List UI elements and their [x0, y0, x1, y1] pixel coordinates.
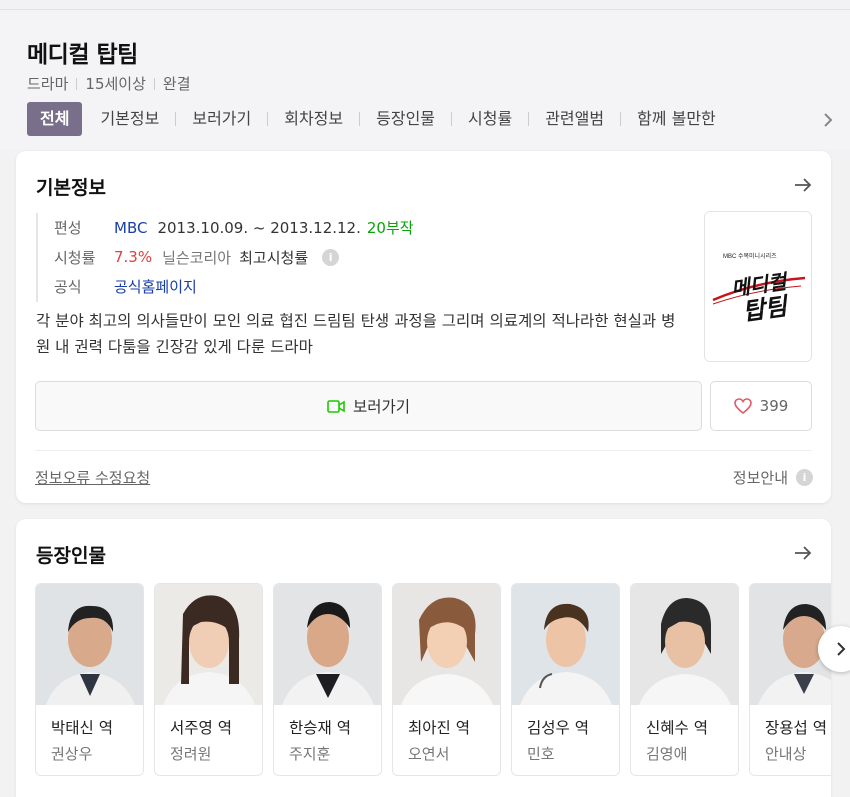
channel-link[interactable]: MBC	[114, 219, 147, 237]
cast-actor: 정려원	[170, 745, 212, 763]
report-error-link[interactable]: 정보오류 수정요청	[35, 467, 150, 488]
cast-actor: 안내상	[765, 745, 807, 763]
meta-divider	[76, 77, 78, 90]
video-camera-icon	[327, 399, 345, 413]
rating-row: 시청률 7.3% 닐슨코리아 최고시청률 i	[54, 243, 414, 273]
official-label: 공식	[54, 278, 82, 297]
cast-member[interactable]: 장용섭 역 안내상	[749, 583, 831, 776]
tab-bar: 전체 기본정보 보러가기 회차정보 등장인물 시청률 관련앨범 함께 볼만한	[27, 102, 847, 136]
cast-role: 한승재 역	[289, 719, 351, 737]
cast-role: 김성우 역	[527, 719, 589, 737]
meta-info: 드라마 15세이상 완결	[27, 73, 191, 94]
cast-actor: 주지훈	[289, 745, 331, 763]
cast-role: 박태신 역	[51, 719, 113, 737]
cast-actor: 오연서	[408, 745, 450, 763]
cast-role: 서주영 역	[170, 719, 232, 737]
tab-episodes[interactable]: 회차정보	[268, 102, 359, 136]
meta-age-rating: 15세이상	[85, 75, 146, 93]
arrow-right-icon[interactable]	[793, 175, 813, 195]
description: 각 분야 최고의 의사들만이 모인 의료 협진 드림팀 탄생 과정을 그리며 의…	[36, 312, 676, 356]
official-homepage-link[interactable]: 공식홈페이지	[114, 276, 197, 297]
like-count: 399	[759, 397, 789, 415]
cast-photo	[393, 584, 500, 705]
meta-status: 완결	[162, 75, 191, 93]
broadcast-row: 편성 MBC 2013.10.09. ~ 2013.12.12. 20부작	[54, 213, 414, 243]
cast-card-section: 등장인물 박태신 역 권상우 서주영 역 정려원 한승재 역 주지훈 최아진 역…	[16, 519, 850, 797]
basic-info-title: 기본정보	[36, 177, 106, 199]
cast-actor: 권상우	[51, 745, 93, 763]
basic-info-card: 기본정보 편성 MBC 2013.10.09. ~ 2013.12.12. 20…	[16, 151, 831, 503]
info-guide-label: 정보안내	[732, 469, 788, 487]
svg-text:MBC 수목미니시리즈: MBC 수목미니시리즈	[723, 252, 777, 260]
info-rows: 편성 MBC 2013.10.09. ~ 2013.12.12. 20부작 시청…	[36, 213, 414, 302]
arrow-right-icon[interactable]	[793, 543, 813, 563]
cast-role: 장용섭 역	[765, 719, 827, 737]
page-title: 메디컬 탑팀	[27, 42, 138, 68]
cast-role: 신혜수 역	[646, 719, 708, 737]
cast-member[interactable]: 한승재 역 주지훈	[273, 583, 382, 776]
cast-photo	[512, 584, 619, 705]
rating-label: 시청률	[54, 248, 96, 267]
cast-actor: 민호	[527, 745, 555, 763]
cast-photo	[274, 584, 381, 705]
heart-icon	[733, 398, 752, 414]
tab-all[interactable]: 전체	[27, 102, 83, 136]
broadcast-label: 편성	[54, 219, 82, 238]
chevron-right-icon	[837, 642, 846, 656]
cast-member[interactable]: 신혜수 역 김영애	[630, 583, 739, 776]
watch-button[interactable]: 보러가기	[35, 381, 702, 431]
cast-actor: 김영애	[646, 745, 688, 763]
cast-member[interactable]: 박태신 역 권상우	[35, 583, 144, 776]
divider	[35, 450, 812, 451]
meta-divider	[153, 77, 155, 90]
rating-note: 최고시청률	[239, 248, 309, 267]
tab-watch[interactable]: 보러가기	[176, 102, 267, 136]
cast-photo	[631, 584, 738, 705]
official-row: 공식 공식홈페이지	[54, 272, 414, 302]
tab-basic-info[interactable]: 기본정보	[84, 102, 175, 136]
meta-genre: 드라마	[27, 75, 69, 93]
rating-source: 닐슨코리아	[162, 248, 232, 267]
info-guide[interactable]: 정보안내 i	[733, 467, 813, 488]
like-button[interactable]: 399	[710, 381, 812, 431]
cast-member[interactable]: 김성우 역 민호	[511, 583, 620, 776]
info-icon[interactable]: i	[322, 248, 340, 266]
tab-ratings[interactable]: 시청률	[452, 102, 528, 136]
cast-list: 박태신 역 권상우 서주영 역 정려원 한승재 역 주지훈 최아진 역 오연서 …	[35, 583, 831, 783]
cast-title: 등장인물	[36, 545, 106, 567]
broadcast-period: 2013.10.09. ~ 2013.12.12.	[157, 218, 361, 237]
tab-albums[interactable]: 관련앨범	[529, 102, 620, 136]
cast-photo	[155, 584, 262, 705]
info-icon: i	[796, 469, 813, 486]
cast-photo	[36, 584, 143, 705]
cast-role: 최아진 역	[408, 719, 470, 737]
watch-button-label: 보러가기	[352, 398, 411, 416]
episode-count: 20부작	[366, 219, 414, 238]
poster-image[interactable]: MBC 수목미니시리즈 메디컬 탑팀	[704, 211, 812, 362]
top-edge	[0, 0, 850, 9]
cast-member[interactable]: 서주영 역 정려원	[154, 583, 263, 776]
header: 메디컬 탑팀 드라마 15세이상 완결 전체 기본정보 보러가기 회차정보 등장…	[0, 9, 850, 149]
tabs-next-chevron-icon[interactable]	[820, 110, 836, 130]
tab-cast[interactable]: 등장인물	[360, 102, 451, 136]
tab-related[interactable]: 함께 볼만한	[621, 102, 732, 136]
rating-value: 7.3%	[114, 248, 153, 267]
cast-member[interactable]: 최아진 역 오연서	[392, 583, 501, 776]
